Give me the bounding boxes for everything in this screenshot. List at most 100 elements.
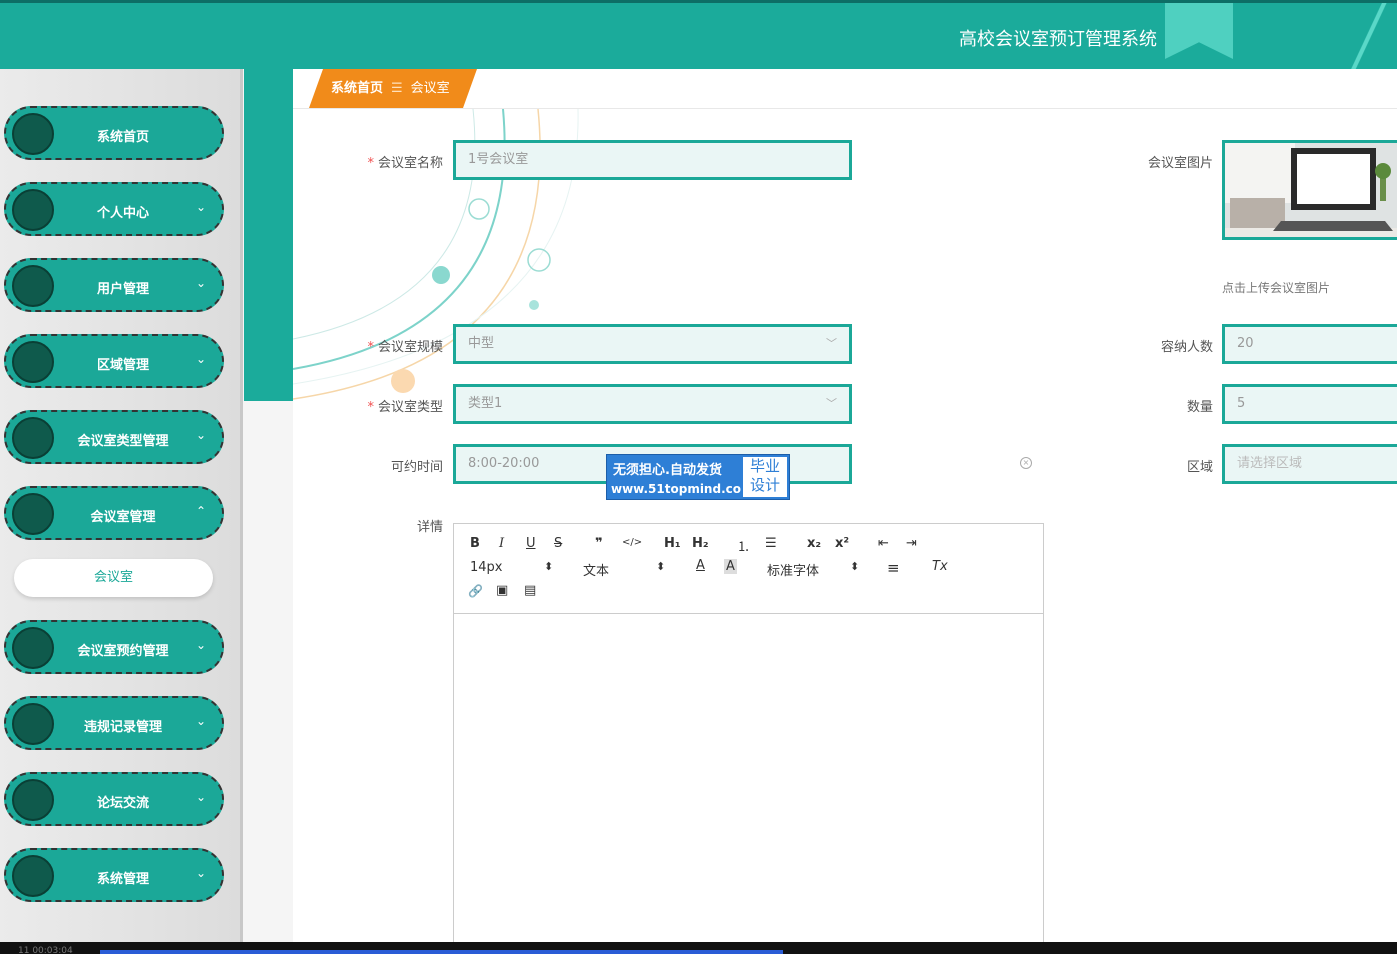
room-scale-select[interactable]: 中型 ﹀ [453,324,852,364]
sidebar-item-room-types[interactable]: 会议室类型管理 ⌄ [4,410,224,464]
sidebar-item-label: 违规记录管理 [83,720,162,735]
chevron-down-icon: ⌄ [195,866,206,880]
breadcrumb-separator-icon: ☰ [391,81,403,96]
room-image-upload[interactable] [1222,140,1397,240]
area-select[interactable]: 请选择区域 [1222,444,1397,484]
heading1-icon[interactable]: H₁ [664,536,681,551]
select-arrows-icon: ⬍ [544,560,554,573]
align-icon[interactable]: ≡ [887,559,900,577]
heading2-icon[interactable]: H₂ [692,536,709,551]
sidebar-item-system[interactable]: 系统管理 ⌄ [4,848,224,902]
chevron-down-icon: ⌄ [195,276,206,290]
sidebar-item-home[interactable]: 系统首页 [4,106,224,160]
menu-knob-icon [12,265,54,307]
menu-knob-icon [12,493,54,535]
font-size-select[interactable]: 14px [470,560,503,575]
field-label-time: 可约时间 [390,460,443,475]
field-label-detail: 详情 [416,520,443,535]
app-window: 高校会议室预订管理系统 系统首页 个人中心 ⌄ 用户管理 ⌄ 区域管理 ⌄ 会议室类型… [0,0,1397,942]
field-label-count: 数量 [1186,400,1213,415]
clear-format-icon[interactable]: Tx [932,559,948,574]
chevron-down-icon: ﹀ [826,397,837,410]
header-decoration [1340,3,1397,72]
sidebar-item-areas[interactable]: 区域管理 ⌄ [4,334,224,388]
room-type-select[interactable]: 类型1 ﹀ [453,384,852,424]
underline-icon[interactable]: U [526,536,536,551]
chevron-down-icon: ⌄ [195,638,206,652]
menu-knob-icon [12,417,54,459]
bold-icon[interactable]: B [470,536,480,551]
bullet-list-icon[interactable]: ☰ [765,536,777,551]
menu-knob-icon [12,855,54,897]
font-family-select[interactable]: 标准字体 [767,560,819,579]
image-icon[interactable]: ▣ [496,583,508,598]
rich-text-editor: B I U S ❞ </> H₁ H₂ ⒈ ☰ x₂ x² ⇤ ⇥ 14px ⬍… [453,523,1044,942]
breadcrumb-home[interactable]: 系统首页 [331,81,383,96]
text-type-select[interactable]: 文本 [583,560,609,579]
editor-toolbar: B I U S ❞ </> H₁ H₂ ⒈ ☰ x₂ x² ⇤ ⇥ 14px ⬍… [454,524,1043,614]
superscript-icon[interactable]: x² [835,536,849,551]
background-color-icon[interactable]: A [724,559,737,574]
field-label-scale: * 会议室规模 [367,340,443,355]
ordered-list-icon[interactable]: ⒈ [737,536,750,555]
chevron-down-icon: ⌄ [195,790,206,804]
system-title: 高校会议室预订管理系统 [959,29,1157,50]
bookmark-ribbon-icon [1165,3,1233,59]
top-header: 高校会议室预订管理系统 [0,0,1397,72]
sidebar-subitem-room[interactable]: 会议室 [14,559,213,597]
chevron-down-icon: ﹀ [826,337,837,350]
field-label-area: 区域 [1186,460,1213,475]
field-label-name: * 会议室名称 [367,156,443,171]
editor-body[interactable] [454,614,1043,942]
field-label-capacity: 容纳人数 [1160,340,1213,355]
sidebar-item-rooms[interactable]: 会议室管理 ⌃ [4,486,224,540]
menu-knob-icon [12,779,54,821]
outdent-icon[interactable]: ⇤ [878,536,889,551]
chevron-down-icon: ⌄ [195,714,206,728]
text-color-icon[interactable]: A [696,558,705,573]
menu-knob-icon [12,113,54,155]
breadcrumb: 系统首页 ☰ 会议室 [309,69,477,108]
sidebar-item-label: 会议室类型管理 [77,434,169,449]
main-content: 系统首页 ☰ 会议室 * 会议室名称 1号会议室 会议室图片 点击上传会议室图片… [293,69,1397,942]
sidebar-item-label: 用户管理 [96,282,149,297]
menu-knob-icon [12,627,54,669]
sidebar-item-reservations[interactable]: 会议室预约管理 ⌄ [4,620,224,674]
player-progress[interactable] [100,950,783,954]
sidebar-item-personal-center[interactable]: 个人中心 ⌄ [4,182,224,236]
sidebar-item-label: 系统首页 [96,130,149,145]
upload-hint[interactable]: 点击上传会议室图片 [1222,279,1330,296]
field-label-type: * 会议室类型 [367,400,443,415]
watermark-url: www.51topmind.com [611,482,754,496]
select-arrows-icon: ⬍ [656,560,666,573]
chevron-up-icon: ⌃ [195,504,206,518]
decorative-teal-block [244,69,293,401]
strike-icon[interactable]: S [554,536,562,551]
video-icon[interactable]: ▤ [524,583,536,598]
sidebar-item-label: 会议室管理 [90,510,156,525]
clear-icon[interactable]: × [1020,457,1032,469]
sidebar: 系统首页 个人中心 ⌄ 用户管理 ⌄ 区域管理 ⌄ 会议室类型管理 ⌄ 会议室管理 ⌃ 会… [0,69,243,942]
sidebar-item-label: 区域管理 [96,358,149,373]
watermark-banner: 无须担心.自动发货 www.51topmind.com 毕业 设计 [606,454,790,500]
link-icon[interactable]: 🔗 [468,584,483,598]
sidebar-item-users[interactable]: 用户管理 ⌄ [4,258,224,312]
indent-icon[interactable]: ⇥ [906,536,917,551]
laptop-photo-image [1225,143,1397,237]
player-timecode: 11 00:03:04 [18,946,73,954]
chevron-down-icon: ⌄ [195,428,206,442]
sidebar-item-label: 会议室预约管理 [77,644,169,659]
blockquote-icon[interactable]: ❞ [595,536,603,551]
sidebar-item-forum[interactable]: 论坛交流 ⌄ [4,772,224,826]
sidebar-item-violations[interactable]: 违规记录管理 ⌄ [4,696,224,750]
subscript-icon[interactable]: x₂ [807,536,821,551]
count-input[interactable]: 5 [1222,384,1397,424]
capacity-input[interactable]: 20 [1222,324,1397,364]
chevron-down-icon: ⌄ [195,200,206,214]
italic-icon[interactable]: I [499,536,504,551]
room-name-input[interactable]: 1号会议室 [453,140,852,180]
code-block-icon[interactable]: </> [622,537,642,548]
sidebar-item-label: 论坛交流 [96,796,149,811]
watermark-badge: 毕业 设计 [742,456,788,498]
menu-knob-icon [12,189,54,231]
